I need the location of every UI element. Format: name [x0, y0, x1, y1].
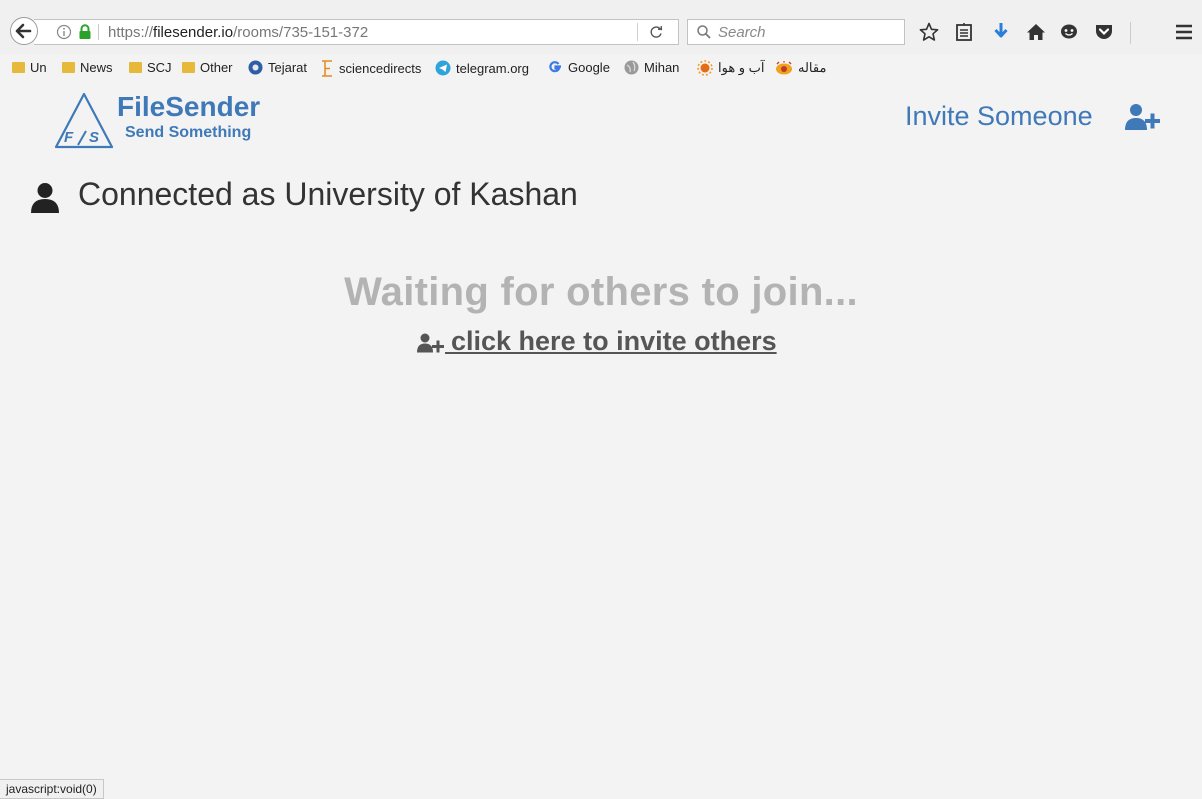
filesender-logo-icon[interactable]: F S: [53, 92, 115, 150]
lock-icon[interactable]: [78, 24, 92, 40]
url-host: filesender.io: [153, 24, 234, 41]
home-icon[interactable]: [1026, 22, 1046, 42]
svg-text:S: S: [89, 129, 99, 146]
bookmark-tejarat[interactable]: Tejarat: [248, 60, 307, 75]
browser-toolbar: https://filesender.io/rooms/735-151-372 …: [0, 0, 1202, 54]
telegram-icon: [435, 60, 451, 76]
bookmark-google[interactable]: Google: [548, 60, 610, 75]
pocket-icon[interactable]: [1094, 22, 1114, 42]
url-bar[interactable]: https://filesender.io/rooms/735-151-372: [34, 19, 679, 45]
bookmark-un[interactable]: Un: [12, 60, 47, 75]
globe-icon: [624, 60, 639, 75]
svg-text:F: F: [64, 129, 74, 146]
bookmark-other[interactable]: Other: [182, 60, 233, 75]
url-path: /rooms/735-151-372: [233, 24, 369, 41]
reload-separator: [637, 23, 638, 41]
search-bar[interactable]: Search: [687, 19, 905, 45]
bookmark-weather[interactable]: آب و هوا: [697, 60, 765, 76]
bookmark-star-icon[interactable]: [919, 22, 939, 42]
waiting-message: Waiting for others to join...: [344, 270, 858, 314]
folder-icon: [62, 62, 75, 73]
connected-status: Connected as University of Kashan: [78, 176, 578, 212]
user-icon: [31, 183, 59, 213]
folder-icon: [129, 62, 142, 73]
toolbar-separator: [1130, 22, 1131, 44]
bookmark-mihan[interactable]: Mihan: [624, 60, 679, 75]
hello-chat-icon[interactable]: [1059, 22, 1079, 42]
reload-icon[interactable]: [648, 24, 664, 40]
bookmark-label: Un: [30, 60, 47, 75]
logo-subtitle[interactable]: Send Something: [125, 124, 251, 142]
bookmark-label: SCJ: [147, 60, 172, 75]
bookmark-label: telegram.org: [456, 60, 529, 76]
download-icon[interactable]: [993, 22, 1009, 42]
folder-icon: [12, 62, 25, 73]
back-arrow-icon: [15, 23, 32, 39]
invite-others-link[interactable]: click here to invite others: [445, 326, 777, 357]
url-separator: [98, 24, 99, 40]
eye-icon: [776, 60, 792, 74]
bookmark-label: آب و هوا: [718, 60, 765, 75]
info-icon[interactable]: [56, 24, 72, 40]
bookmark-label: Mihan: [644, 60, 680, 75]
search-placeholder: Search: [718, 24, 766, 41]
tejarat-icon: [248, 60, 263, 75]
bookmark-label: مقاله: [798, 60, 827, 75]
bookmark-scj[interactable]: SCJ: [129, 60, 172, 75]
bookmark-label: Other: [200, 60, 233, 75]
bookmark-news[interactable]: News: [62, 60, 113, 75]
folder-icon: [182, 62, 195, 73]
bookmark-telegram[interactable]: telegram.org: [435, 60, 529, 76]
add-user-icon[interactable]: [416, 333, 450, 353]
elsevier-icon: [322, 60, 332, 77]
search-icon: [697, 25, 711, 39]
url-text[interactable]: https://filesender.io/rooms/735-151-372: [108, 24, 368, 41]
reading-list-icon[interactable]: [955, 22, 973, 42]
bookmark-sciencedirects[interactable]: sciencedirects: [319, 60, 421, 77]
bookmark-label: Tejarat: [268, 60, 308, 75]
menu-icon[interactable]: [1174, 22, 1194, 42]
bookmarks-bar: Un News SCJ Other Tejarat sciencedirects…: [0, 56, 1202, 80]
logo-title[interactable]: FileSender: [117, 91, 260, 123]
bookmark-label: News: [80, 60, 113, 75]
invite-someone-link[interactable]: Invite Someone: [905, 101, 1093, 132]
sun-icon: [697, 60, 713, 76]
add-user-icon[interactable]: [1124, 103, 1162, 131]
bookmark-label: sciencedirects: [339, 61, 422, 76]
url-scheme: https://: [108, 24, 154, 41]
bookmark-label: Google: [568, 60, 610, 75]
back-button[interactable]: [10, 17, 38, 45]
bookmark-article[interactable]: مقاله: [775, 60, 826, 76]
google-icon: [549, 61, 561, 73]
status-bar: javascript:void(0): [0, 779, 104, 799]
